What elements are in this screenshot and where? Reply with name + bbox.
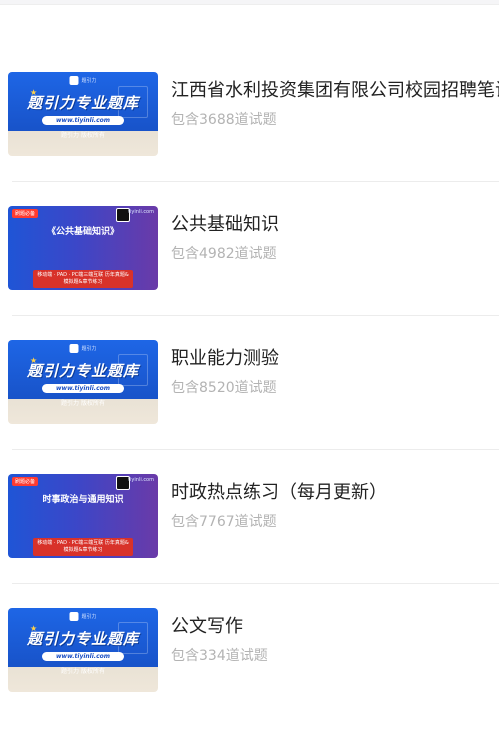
brand-logo-icon: [69, 612, 79, 621]
logo-text: 题引力: [81, 78, 97, 84]
course-thumbnail[interactable]: 题引力 ★ 题引力专业题库 www.tiyinli.com 题引力 版权所有: [8, 340, 158, 424]
top-strip: [0, 0, 499, 5]
thumbnail-tag: 刷题必备: [12, 477, 39, 486]
brand-logo-icon: [69, 76, 79, 85]
divider: [12, 449, 499, 450]
item-question-count: 包含4982道试题: [171, 246, 277, 262]
banner-footer: 题引力 版权所有: [61, 400, 105, 407]
banner-title: 《公共基础知识》: [46, 227, 119, 237]
banner-info: 移动端 · PAD · PC端三端互联 历年真题&模拟题&章节练习: [33, 270, 133, 288]
banner-title: 题引力专业题库: [26, 630, 139, 648]
divider: [12, 315, 499, 316]
logo-text: 题引力: [81, 614, 97, 620]
thumbnail-domain: tiyinli.com: [128, 209, 154, 215]
list-item[interactable]: 题引力 ★ 题引力专业题库 www.tiyinli.com 题引力 版权所有 职…: [0, 340, 499, 474]
list-item[interactable]: 题引力 ★ 题引力专业题库 www.tiyinli.com 题引力 版权所有 江…: [0, 72, 499, 206]
item-title[interactable]: 公文写作: [171, 612, 243, 638]
thumbnail-logo: 题引力: [69, 76, 97, 85]
item-title[interactable]: 时政热点练习（每月更新）: [171, 478, 387, 504]
course-thumbnail[interactable]: 题引力 ★ 题引力专业题库 www.tiyinli.com 题引力 版权所有: [8, 72, 158, 156]
item-question-count: 包含7767道试题: [171, 514, 277, 530]
item-title[interactable]: 公共基础知识: [171, 210, 279, 236]
thumbnail-logo: 题引力: [69, 344, 97, 353]
banner-footer: 题引力 版权所有: [61, 668, 105, 675]
banner-title: 题引力专业题库: [26, 362, 139, 380]
banner-url: www.tiyinli.com: [41, 116, 125, 125]
thumbnail-tag: 刷题必备: [12, 209, 39, 218]
course-thumbnail[interactable]: 刷题必备 tiyinli.com 《公共基础知识》 移动端 · PAD · PC…: [8, 206, 158, 290]
banner-url: www.tiyinli.com: [41, 384, 125, 393]
divider: [12, 181, 499, 182]
item-question-count: 包含8520道试题: [171, 380, 277, 396]
question-bank-list: 题引力 ★ 题引力专业题库 www.tiyinli.com 题引力 版权所有 江…: [0, 72, 499, 742]
list-item[interactable]: 刷题必备 tiyinli.com 时事政治与通用知识 移动端 · PAD · P…: [0, 474, 499, 608]
divider: [12, 583, 499, 584]
list-item[interactable]: 题引力 ★ 题引力专业题库 www.tiyinli.com 题引力 版权所有 公…: [0, 608, 499, 742]
item-title[interactable]: 江西省水利投资集团有限公司校园招聘笔试: [171, 76, 499, 102]
banner-title: 题引力专业题库: [26, 94, 139, 112]
item-question-count: 包含3688道试题: [171, 112, 277, 128]
banner-footer: 题引力 版权所有: [61, 132, 105, 139]
thumbnail-logo: 题引力: [69, 612, 97, 621]
logo-text: 题引力: [81, 346, 97, 352]
item-title[interactable]: 职业能力测验: [171, 344, 279, 370]
course-thumbnail[interactable]: 刷题必备 tiyinli.com 时事政治与通用知识 移动端 · PAD · P…: [8, 474, 158, 558]
item-question-count: 包含334道试题: [171, 648, 268, 664]
thumbnail-domain: tiyinli.com: [128, 477, 154, 483]
banner-url: www.tiyinli.com: [41, 652, 125, 661]
brand-logo-icon: [69, 344, 79, 353]
banner-title: 时事政治与通用知识: [42, 495, 124, 505]
list-item[interactable]: 刷题必备 tiyinli.com 《公共基础知识》 移动端 · PAD · PC…: [0, 206, 499, 340]
banner-info: 移动端 · PAD · PC端三端互联 历年真题&模拟题&章节练习: [33, 538, 133, 556]
course-thumbnail[interactable]: 题引力 ★ 题引力专业题库 www.tiyinli.com 题引力 版权所有: [8, 608, 158, 692]
